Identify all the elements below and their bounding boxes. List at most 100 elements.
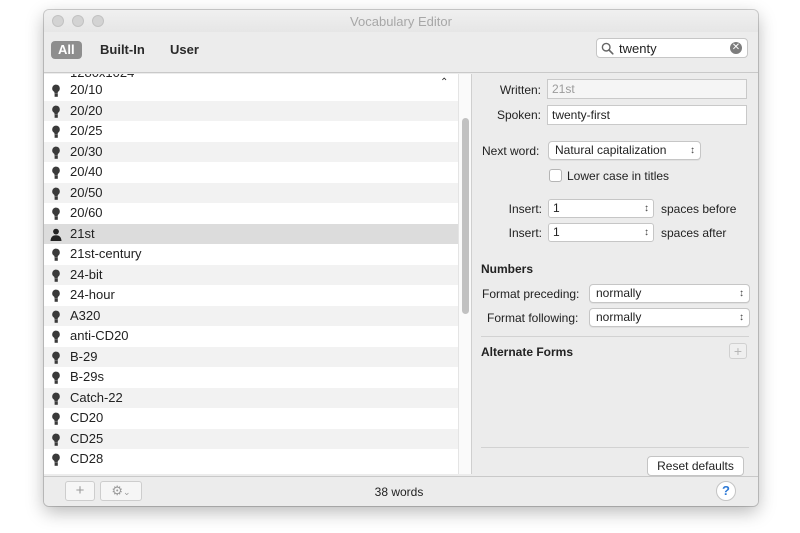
- speech-icon: [52, 371, 60, 384]
- search-input[interactable]: [619, 40, 727, 56]
- speech-icon: [52, 330, 60, 343]
- word-label: 20/50: [70, 184, 103, 200]
- word-label: B-29s: [70, 369, 104, 384]
- action-menu-button[interactable]: ⚙⌄: [100, 481, 142, 501]
- insert-before-value: 1: [553, 201, 560, 215]
- speech-icon: [52, 84, 60, 97]
- tab-all[interactable]: All: [51, 41, 82, 59]
- list-scrollbar[interactable]: [458, 74, 471, 474]
- speech-icon: [52, 166, 60, 179]
- word-row[interactable]: B-29: [44, 346, 458, 367]
- spoken-field[interactable]: twenty-first: [547, 105, 747, 125]
- word-row[interactable]: 20/60: [44, 203, 458, 224]
- word-label: CD25: [70, 430, 104, 446]
- search-icon: [601, 42, 614, 55]
- clear-search-icon[interactable]: ✕: [730, 42, 742, 54]
- word-count: 38 words: [374, 485, 424, 499]
- word-row[interactable]: 20/50: [44, 182, 458, 203]
- add-alternate-form-button[interactable]: +: [729, 343, 747, 359]
- tab-user[interactable]: User: [170, 41, 199, 59]
- search-field[interactable]: ✕: [596, 38, 748, 58]
- word-row[interactable]: 21st: [44, 223, 458, 244]
- reset-defaults-button[interactable]: Reset defaults: [647, 456, 744, 476]
- stepper-chevron-icon[interactable]: ↕: [644, 200, 649, 217]
- help-button[interactable]: ?: [716, 481, 736, 501]
- section-divider: [481, 447, 749, 448]
- insert-after-label: Insert:: [508, 226, 542, 240]
- word-row[interactable]: Catch-22: [44, 387, 458, 408]
- word-row[interactable]: A320: [44, 305, 458, 326]
- toolbar: All Built-In User ✕: [44, 32, 758, 73]
- word-row[interactable]: 20/30: [44, 141, 458, 162]
- speech-icon: [52, 412, 60, 425]
- word-row[interactable]: 20/40: [44, 162, 458, 183]
- word-row[interactable]: B-29s: [44, 367, 458, 388]
- scroll-thumb[interactable]: [462, 118, 469, 314]
- word-label: 21st-century: [70, 246, 142, 261]
- word-row[interactable]: 20/20: [44, 100, 458, 121]
- speech-icon: [52, 146, 60, 159]
- add-word-button[interactable]: +: [65, 481, 95, 501]
- insert-before-stepper[interactable]: 1 ↕: [548, 199, 654, 218]
- word-row[interactable]: 20/25: [44, 121, 458, 142]
- next-word-value: Natural capitalization: [555, 143, 667, 157]
- word-label: 20/60: [70, 205, 103, 220]
- written-label: Written:: [499, 83, 541, 97]
- word-label: 20/25: [70, 123, 103, 138]
- word-list-pane: 1280x1024 ⌃ 20/1020/2020/2520/3020/4020/…: [44, 74, 472, 474]
- insert-after-stepper[interactable]: 1 ↕: [548, 223, 654, 242]
- format-preceding-value: normally: [596, 286, 642, 300]
- speech-icon: [52, 207, 60, 220]
- section-divider: [481, 336, 749, 337]
- speech-icon: [52, 289, 60, 302]
- speech-icon: [52, 105, 60, 118]
- word-label: 24-hour: [70, 287, 115, 302]
- speech-icon: [52, 392, 60, 405]
- word-row[interactable]: anti-CD20: [44, 326, 458, 347]
- numbers-heading: Numbers: [481, 262, 534, 276]
- stepper-chevron-icon[interactable]: ↕: [644, 224, 649, 241]
- lower-case-label: Lower case in titles: [567, 169, 670, 183]
- word-label: 20/40: [70, 164, 103, 179]
- word-row[interactable]: CD25: [44, 428, 458, 449]
- window-title: Vocabulary Editor: [350, 14, 452, 29]
- insert-after-value: 1: [553, 225, 560, 239]
- speech-icon: [52, 269, 60, 282]
- format-following-label: Format following:: [487, 311, 579, 325]
- detail-pane: Written: 21st Spoken: twenty-first Next …: [473, 74, 758, 476]
- word-row[interactable]: 24-hour: [44, 285, 458, 306]
- next-word-popup[interactable]: Natural capitalization ↕: [548, 141, 701, 160]
- word-list: 20/10 20/20 20/25 20/30 20/40 20/50 20/60 21st 2…: [44, 80, 458, 470]
- word-label: 20/20: [70, 102, 103, 118]
- word-label: 20/30: [70, 143, 103, 159]
- word-label: anti-CD20: [70, 328, 129, 343]
- format-preceding-label: Format preceding:: [482, 287, 580, 301]
- word-row[interactable]: CD28: [44, 449, 458, 470]
- tab-built-in[interactable]: Built-In: [100, 41, 145, 59]
- word-label: 20/10: [70, 82, 103, 97]
- format-preceding-popup[interactable]: normally ↕: [589, 284, 750, 303]
- format-following-value: normally: [596, 310, 642, 324]
- next-word-label: Next word:: [482, 144, 540, 158]
- word-label: B-29: [70, 348, 98, 364]
- spaces-after-label: spaces after: [661, 226, 727, 240]
- word-row[interactable]: 24-bit: [44, 264, 458, 285]
- word-row[interactable]: 21st-century: [44, 244, 458, 265]
- format-following-popup[interactable]: normally ↕: [589, 308, 750, 327]
- speech-icon: [52, 433, 60, 446]
- speech-icon: [52, 453, 60, 466]
- popup-chevron-icon: ↕: [739, 312, 744, 323]
- speech-icon: [52, 310, 60, 323]
- word-label: A320: [70, 307, 101, 323]
- alternate-forms-heading: Alternate Forms: [481, 345, 574, 359]
- lower-case-checkbox[interactable]: [549, 169, 562, 182]
- word-row[interactable]: CD20: [44, 408, 458, 429]
- speech-icon: [52, 248, 60, 261]
- popup-chevron-icon: ↕: [739, 288, 744, 299]
- gear-icon: ⚙: [111, 483, 124, 498]
- speech-icon: [52, 187, 60, 200]
- user-icon: [50, 228, 62, 241]
- word-row[interactable]: 20/10: [44, 80, 458, 101]
- vocabulary-editor-window: Vocabulary Editor All Built-In User ✕ 1 2…: [44, 10, 758, 506]
- word-label: 24-bit: [70, 266, 103, 282]
